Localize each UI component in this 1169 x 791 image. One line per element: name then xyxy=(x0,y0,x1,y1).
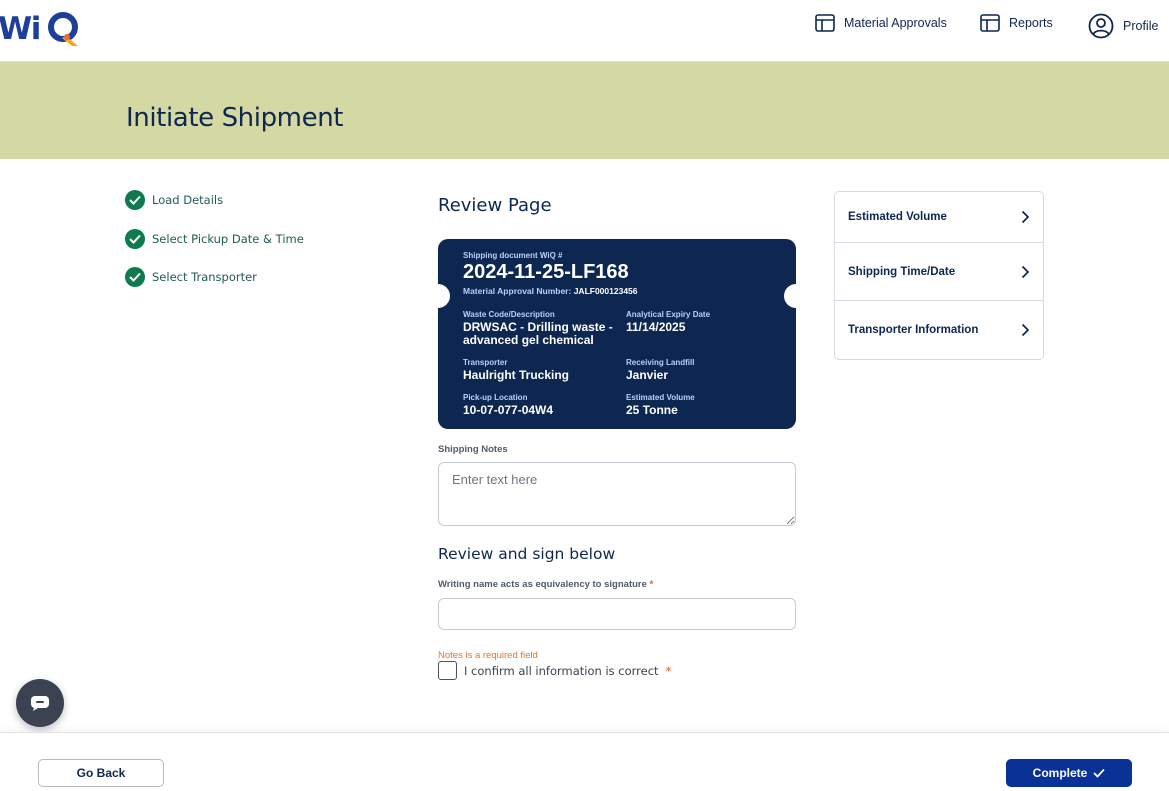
chat-bubble-icon xyxy=(31,696,49,711)
shipping-notes-label: Shipping Notes xyxy=(438,444,508,455)
signature-label-text: Writing name acts as equivalency to sign… xyxy=(438,579,647,590)
summary-transporter-info[interactable]: Transporter Information xyxy=(835,301,1043,359)
pickup-location-label: Pick-up Location xyxy=(463,393,528,402)
step-label: Select Pickup Date & Time xyxy=(152,232,304,246)
top-navbar: Wi Material Approvals Reports Profile xyxy=(0,0,1169,62)
sign-section-title: Review and sign below xyxy=(438,545,616,563)
page-title: Initiate Shipment xyxy=(126,103,344,133)
doc-number-label: Shipping document WiQ # xyxy=(463,251,563,260)
svg-text:Wi: Wi xyxy=(0,11,40,47)
wiq-logo[interactable]: Wi xyxy=(0,9,84,47)
estimated-volume-label: Estimated Volume xyxy=(626,393,695,402)
nav-profile[interactable]: Profile xyxy=(1088,13,1158,39)
step-label: Load Details xyxy=(152,193,224,207)
notes-error-message: Notes is a required field xyxy=(438,650,538,661)
summary-item-label: Transporter Information xyxy=(848,324,979,336)
ticket-notch xyxy=(784,284,808,308)
signature-input[interactable] xyxy=(438,598,796,630)
step-label: Select Transporter xyxy=(152,270,257,284)
step-select-transporter[interactable]: Select Transporter xyxy=(125,267,257,287)
landfill-value: Janvier xyxy=(626,368,669,382)
layout-icon xyxy=(815,14,835,32)
check-circle-icon xyxy=(125,190,145,210)
footer-bar: Go Back Complete xyxy=(0,732,1169,791)
check-circle-icon xyxy=(125,267,145,287)
complete-button[interactable]: Complete xyxy=(1006,759,1132,787)
waste-code-value: DRWSAC - Drilling waste - advanced gel c… xyxy=(463,320,613,347)
page-header: Initiate Shipment xyxy=(0,62,1169,159)
go-back-button[interactable]: Go Back xyxy=(38,759,164,787)
chevron-right-icon xyxy=(1021,323,1030,337)
summary-estimated-volume[interactable]: Estimated Volume xyxy=(835,192,1043,243)
expiry-date-value: 11/14/2025 xyxy=(626,320,686,334)
transporter-label: Transporter xyxy=(463,358,508,367)
approval-number: JALF000123456 xyxy=(573,286,638,296)
transporter-value: Haulright Trucking xyxy=(463,368,570,382)
shipping-notes-input[interactable] xyxy=(438,462,796,526)
nav-reports-label: Reports xyxy=(1009,16,1053,30)
doc-number: 2024-11-25-LF168 xyxy=(463,261,629,283)
chevron-right-icon xyxy=(1021,210,1030,224)
check-icon xyxy=(1093,768,1105,778)
step-select-pickup[interactable]: Select Pickup Date & Time xyxy=(125,229,304,249)
shipping-document-ticket: Shipping document WiQ # 2024-11-25-LF168… xyxy=(426,239,808,429)
landfill-label: Receiving Landfill xyxy=(626,358,695,367)
nav-profile-label: Profile xyxy=(1123,19,1159,33)
review-page-title: Review Page xyxy=(438,195,552,216)
summary-item-label: Estimated Volume xyxy=(848,211,947,223)
ticket-notch xyxy=(426,284,450,308)
summary-card: Estimated Volume Shipping Time/Date Tran… xyxy=(834,191,1044,360)
nav-material-approvals[interactable]: Material Approvals xyxy=(815,14,947,32)
check-circle-icon xyxy=(125,229,145,249)
estimated-volume-value: 25 Tonne xyxy=(626,403,678,417)
nav-material-approvals-label: Material Approvals xyxy=(844,16,947,30)
nav-reports[interactable]: Reports xyxy=(980,14,1053,32)
signature-label: Writing name acts as equivalency to sign… xyxy=(438,579,653,590)
chevron-right-icon xyxy=(1021,265,1030,278)
pickup-location-value: 10-07-077-04W4 xyxy=(463,403,554,417)
chat-widget-button[interactable] xyxy=(16,679,64,727)
approval-number-label: Material Approval Number: xyxy=(463,286,572,296)
summary-shipping-time[interactable]: Shipping Time/Date xyxy=(835,243,1043,301)
complete-button-label: Complete xyxy=(1032,766,1088,780)
step-load-details[interactable]: Load Details xyxy=(125,190,223,210)
layout-icon xyxy=(980,14,1000,32)
summary-item-label: Shipping Time/Date xyxy=(848,265,956,278)
required-asterisk: * xyxy=(649,579,654,590)
confirm-row[interactable]: I confirm all information is correct * xyxy=(438,661,671,680)
required-asterisk: * xyxy=(665,663,672,678)
expiry-date-label: Analytical Expiry Date xyxy=(626,310,711,319)
waste-code-label: Waste Code/Description xyxy=(463,310,555,319)
confirm-label: I confirm all information is correct xyxy=(464,663,659,678)
wiq-logo-mark: Wi xyxy=(0,11,78,47)
confirm-checkbox[interactable] xyxy=(438,661,457,680)
approval-number-row: Material Approval Number: JALF000123456 xyxy=(463,286,638,296)
user-circle-icon xyxy=(1088,13,1114,39)
